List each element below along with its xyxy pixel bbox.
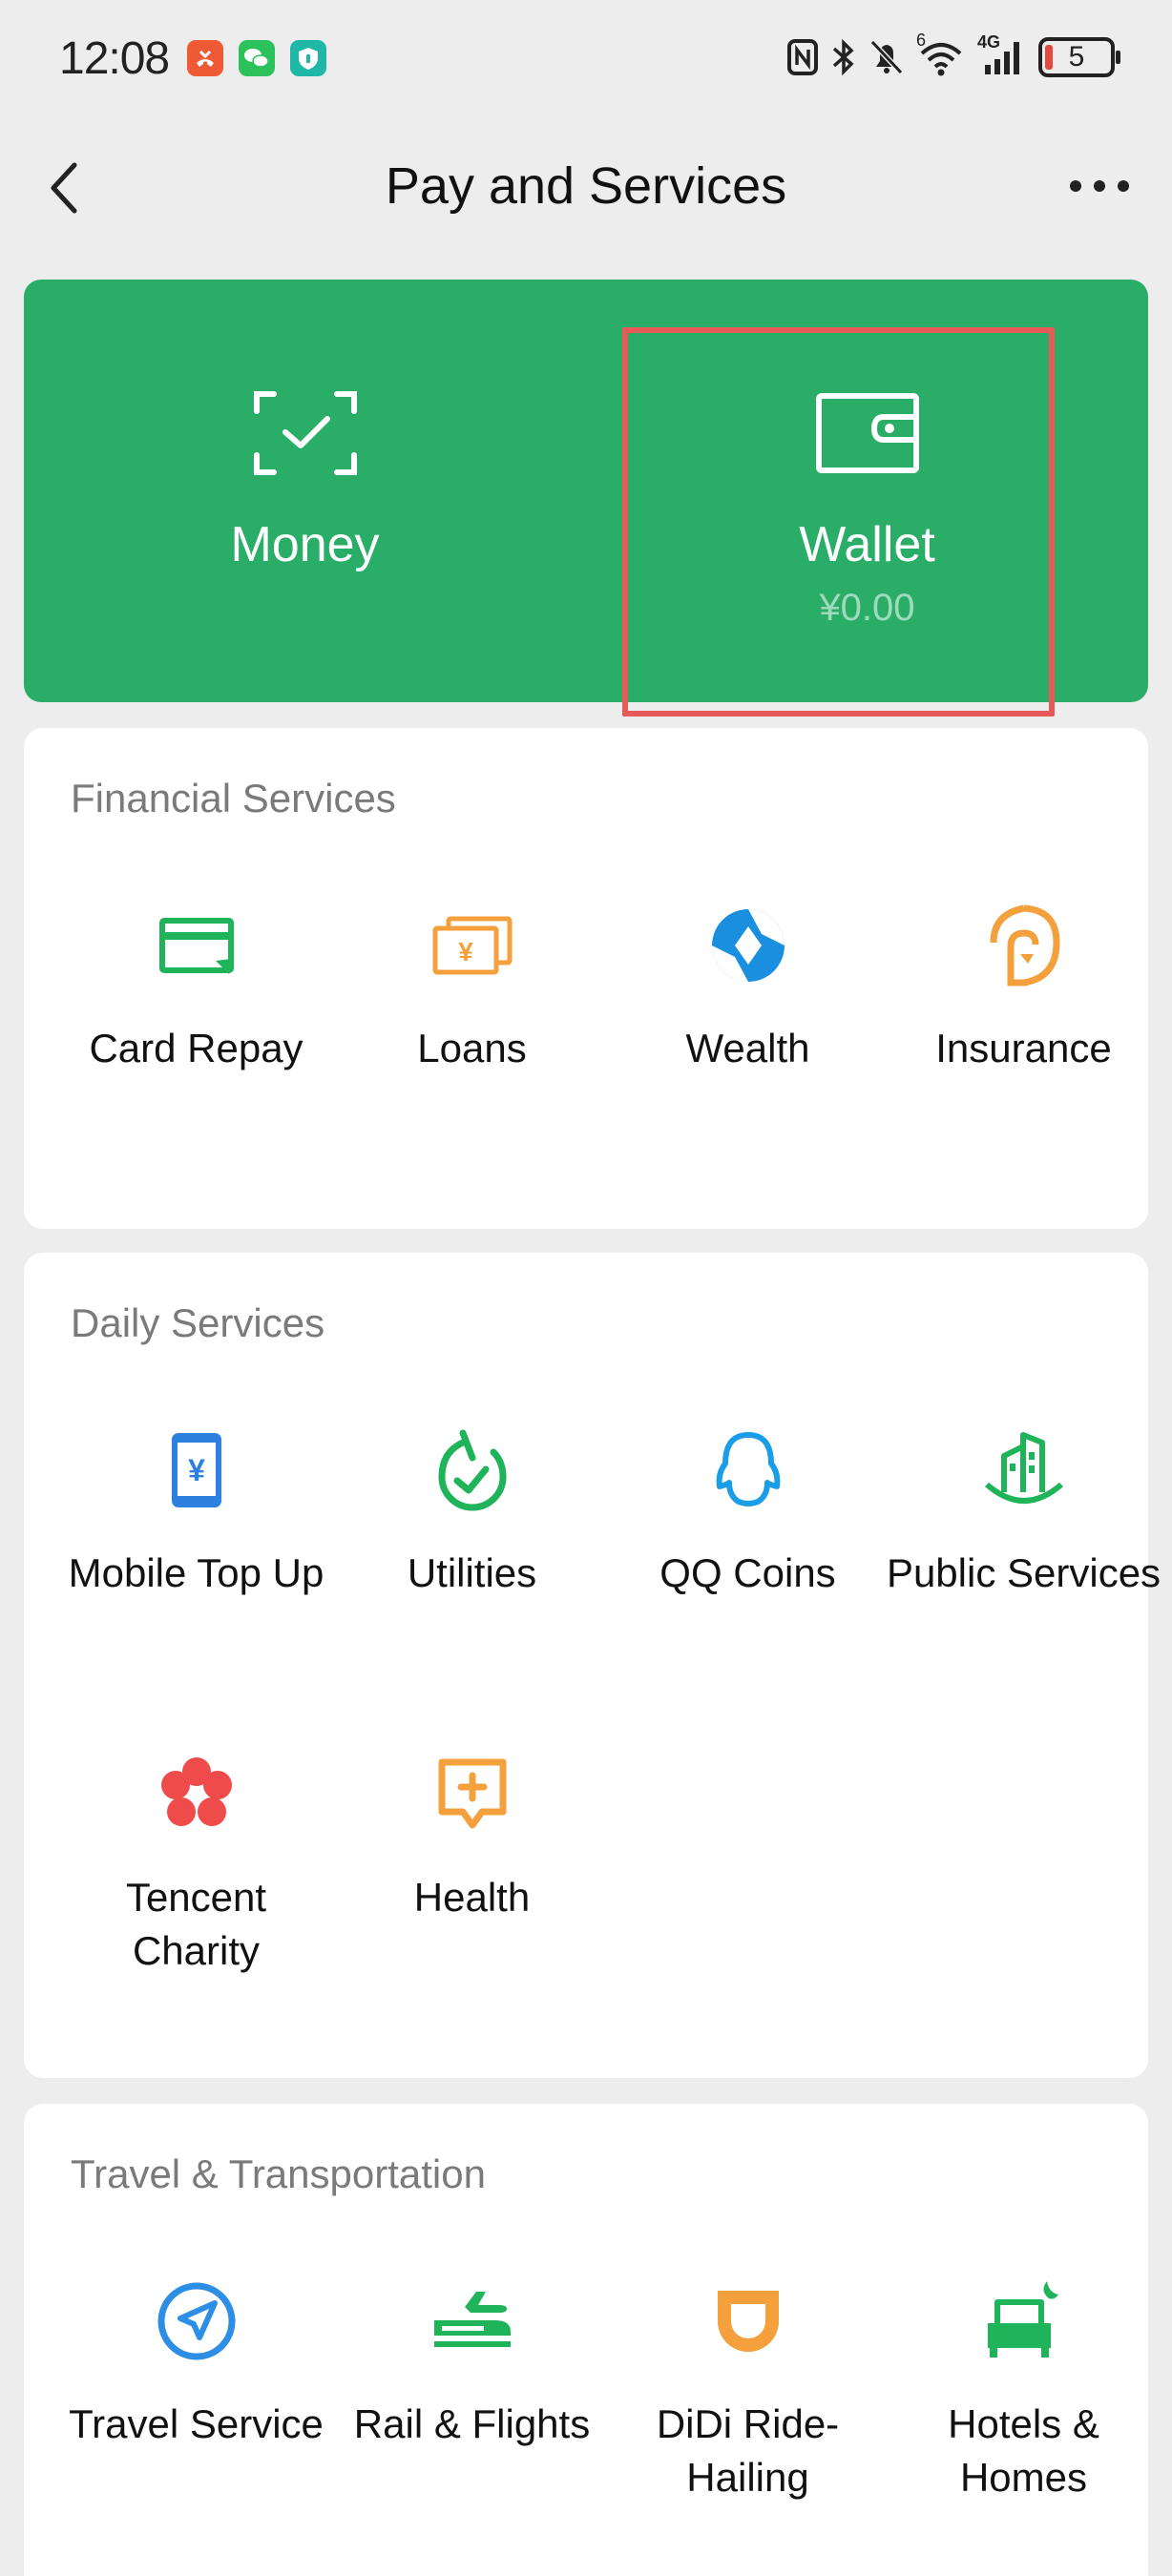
insurance-tile[interactable]: Insurance xyxy=(886,900,1162,1075)
section-title: Financial Services xyxy=(71,776,396,821)
tile-label: Hotels & Homes xyxy=(948,2401,1099,2500)
tile-label: Rail & Flights xyxy=(353,2401,591,2446)
financial-services-section: Financial Services Card Repay ¥ Loans We… xyxy=(24,728,1148,1229)
more-dots-icon xyxy=(1070,180,1129,192)
tile-label: DiDi Ride-Hailing xyxy=(656,2401,840,2500)
network-type: 4G xyxy=(977,32,1001,52)
svg-text:¥: ¥ xyxy=(188,1453,205,1487)
wechat-notification-icon xyxy=(239,40,275,76)
tile-label: Travel Service xyxy=(69,2401,324,2446)
utilities-tile[interactable]: Utilities xyxy=(334,1424,610,1600)
mobile-top-up-tile[interactable]: ¥ Mobile Top Up xyxy=(58,1424,334,1600)
money-label: Money xyxy=(230,517,380,572)
didi-icon xyxy=(702,2275,794,2367)
tile-label: Wealth xyxy=(685,1026,810,1070)
status-bar: 12:08 6 4G 5 xyxy=(0,0,1172,114)
tile-label: Health xyxy=(413,1875,531,1920)
travel-service-icon xyxy=(151,2275,242,2367)
qq-coins-tile[interactable]: QQ Coins xyxy=(610,1424,886,1600)
health-tile[interactable]: Health xyxy=(334,1749,610,1924)
battery-level: 5 xyxy=(1068,41,1085,73)
daily-services-section: Daily Services ¥ Mobile Top Up Utilities… xyxy=(24,1253,1161,2078)
svg-text:¥: ¥ xyxy=(458,937,473,966)
health-icon xyxy=(427,1749,518,1840)
didi-tile[interactable]: DiDi Ride-Hailing xyxy=(610,2275,886,2504)
pay-card: Money Wallet ¥0.00 xyxy=(24,280,1148,702)
more-button[interactable] xyxy=(1061,162,1138,210)
mute-bell-icon xyxy=(869,39,904,75)
insurance-icon xyxy=(978,900,1070,991)
card-repay-tile[interactable]: Card Repay xyxy=(58,900,334,1075)
nav-bar: Pay and Services xyxy=(0,134,1172,239)
tile-label: Public Services xyxy=(886,1550,1162,1595)
tile-label: Loans xyxy=(417,1026,527,1070)
wealth-icon xyxy=(702,900,794,991)
tile-label: Mobile Top Up xyxy=(68,1550,324,1595)
tile-label: Card Repay xyxy=(89,1026,303,1070)
card-repay-icon xyxy=(151,900,242,991)
page-title: Pay and Services xyxy=(385,157,787,215)
public-services-icon xyxy=(978,1424,1070,1516)
wifi-superscript: 6 xyxy=(916,31,927,50)
tile-label: Utilities xyxy=(407,1550,537,1595)
hotels-homes-icon xyxy=(978,2275,1070,2367)
loans-tile[interactable]: ¥ Loans xyxy=(334,900,610,1075)
section-title: Travel & Transportation xyxy=(71,2151,486,2196)
missed-call-notification-icon xyxy=(187,40,223,76)
bluetooth-icon xyxy=(832,38,854,76)
battery-icon: 5 xyxy=(1038,37,1120,77)
hotels-homes-tile[interactable]: Hotels & Homes xyxy=(886,2275,1162,2504)
scan-check-icon xyxy=(253,390,358,476)
security-notification-icon xyxy=(290,40,326,76)
rail-flights-tile[interactable]: Rail & Flights xyxy=(334,2275,610,2451)
utilities-icon xyxy=(427,1424,518,1516)
cellular-signal-icon: 4G xyxy=(977,32,1027,78)
travel-section: Travel & Transportation Travel Service R… xyxy=(24,2104,1148,2576)
loans-icon: ¥ xyxy=(427,900,518,991)
wifi-icon: 6 xyxy=(916,31,966,78)
wealth-tile[interactable]: Wealth xyxy=(610,900,886,1075)
mobile-top-up-icon: ¥ xyxy=(151,1424,242,1516)
wallet-button[interactable]: Wallet ¥0.00 xyxy=(586,280,1148,702)
tile-label: Tencent Charity xyxy=(125,1875,267,1973)
section-title: Daily Services xyxy=(71,1300,325,1345)
travel-service-tile[interactable]: Travel Service xyxy=(58,2275,334,2451)
status-time: 12:08 xyxy=(59,33,170,84)
tencent-charity-icon xyxy=(151,1749,242,1840)
wallet-icon xyxy=(815,390,920,476)
tile-label: Insurance xyxy=(935,1026,1112,1070)
tile-label: QQ Coins xyxy=(659,1550,836,1595)
nfc-icon xyxy=(787,39,818,75)
rail-flights-icon xyxy=(427,2275,518,2367)
wallet-balance: ¥0.00 xyxy=(819,587,915,629)
public-services-tile[interactable]: Public Services xyxy=(886,1424,1162,1600)
money-button[interactable]: Money xyxy=(24,280,586,702)
qq-coins-icon xyxy=(702,1424,794,1516)
tencent-charity-tile[interactable]: Tencent Charity xyxy=(58,1749,334,1978)
status-icons: 6 4G 5 xyxy=(786,31,1120,80)
wallet-label: Wallet xyxy=(799,517,935,572)
